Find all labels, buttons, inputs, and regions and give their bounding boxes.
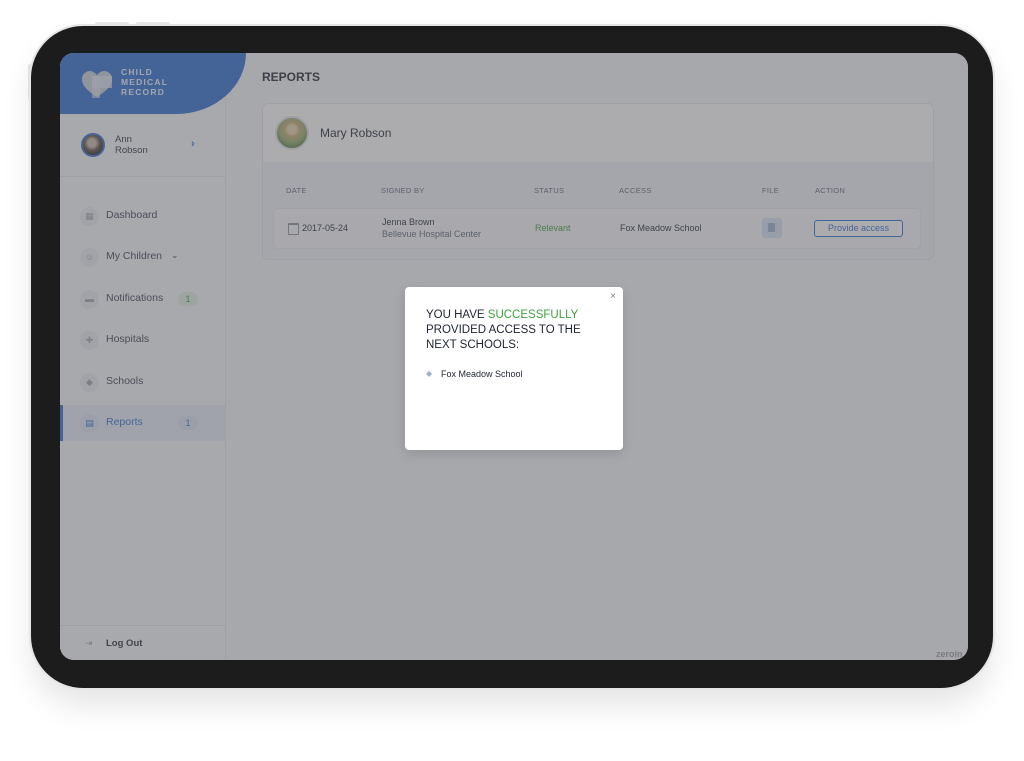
close-icon[interactable]: × [610,291,616,302]
graduation-cap-icon: ◆ [426,369,433,378]
modal-title-highlight: SUCCESSFULLY [487,309,579,321]
success-modal: × YOU HAVE SUCCESSFULLY PROVIDED ACCESS … [405,287,623,450]
modal-title-prefix: YOU HAVE [426,309,488,321]
modal-school-item: Fox Meadow School [441,369,523,379]
modal-title-suffix: PROVIDED ACCESS TO THE NEXT SCHOOLS: [426,324,581,351]
modal-title: YOU HAVE SUCCESSFULLY PROVIDED ACCESS TO… [426,308,606,353]
app-screen: Ann Robson › ▦ Dashboard ☺ My Children ⌄… [60,53,968,660]
